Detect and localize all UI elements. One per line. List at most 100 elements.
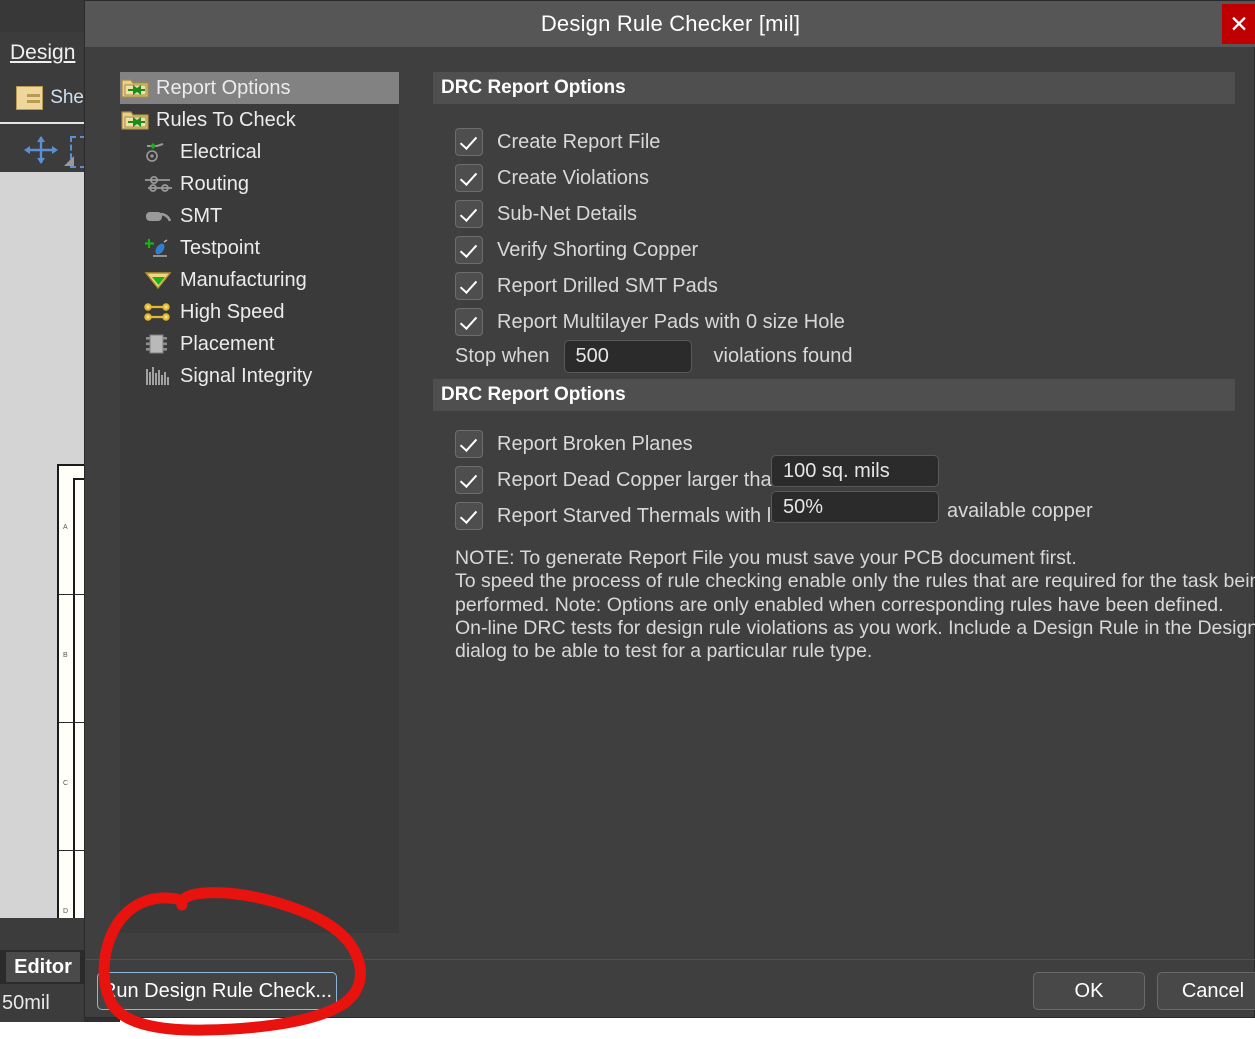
ribbon-sheet-label[interactable]: She xyxy=(50,87,84,109)
section-header-report-options-2: DRC Report Options xyxy=(433,379,1235,411)
tree-item-label: High Speed xyxy=(180,300,285,323)
option-label: Verify Shorting Copper xyxy=(497,238,699,261)
horizontal-scrollbar[interactable] xyxy=(0,918,84,950)
status-grid-value: 50mil xyxy=(2,991,50,1014)
tree-item-testpoint[interactable]: Testpoint xyxy=(120,232,399,264)
folder-arrows-icon xyxy=(120,108,150,132)
tree-item-label: Placement xyxy=(180,332,275,355)
high-speed-icon xyxy=(144,300,174,324)
sheet-zone-label: B xyxy=(63,652,68,659)
tree-item-report-options[interactable]: Report Options xyxy=(120,72,399,104)
option-label: Report Drilled SMT Pads xyxy=(497,274,718,297)
tree-item-label: Testpoint xyxy=(180,236,261,259)
option-label: Create Violations xyxy=(497,166,649,189)
move-icon[interactable] xyxy=(24,136,58,164)
close-icon: ✕ xyxy=(1229,10,1249,37)
checkbox-report-starved-thermals[interactable] xyxy=(455,502,483,530)
option-sub-net-details[interactable]: Sub-Net Details xyxy=(455,196,637,232)
note-line: dialog to be able to test for a particul… xyxy=(455,640,873,663)
navigation-tree[interactable]: Report Options Rules To Check Electrical… xyxy=(120,72,399,933)
starved-thermals-input[interactable]: 50% xyxy=(771,491,939,523)
tree-item-placement[interactable]: Placement xyxy=(120,328,399,360)
design-canvas[interactable]: A B C D xyxy=(0,172,139,986)
tree-item-label: Routing xyxy=(180,172,249,195)
electrical-icon xyxy=(144,140,174,164)
expand-corner-icon[interactable] xyxy=(64,156,74,166)
dialog-titlebar[interactable]: Design Rule Checker [mil] ✕ xyxy=(85,1,1255,47)
tree-item-signal-integrity[interactable]: Signal Integrity xyxy=(120,360,399,392)
background-ribbon: She xyxy=(0,74,84,122)
violations-found-label: violations found xyxy=(713,345,853,367)
checkbox-report-drilled-smt-pads[interactable] xyxy=(455,272,483,300)
checkbox-verify-shorting-copper[interactable] xyxy=(455,236,483,264)
smt-icon xyxy=(144,204,174,228)
run-design-rule-check-button[interactable]: Run Design Rule Check... xyxy=(97,972,337,1010)
option-report-multilayer-pads[interactable]: Report Multilayer Pads with 0 size Hole xyxy=(455,304,845,340)
option-label: Report Broken Planes xyxy=(497,432,693,455)
checkbox-report-multilayer-pads[interactable] xyxy=(455,308,483,336)
background-menu-row: Design xyxy=(0,32,84,74)
button-label: Run Design Rule Check... xyxy=(101,979,333,1002)
tree-item-label: Report Options xyxy=(156,76,291,99)
stop-when-input[interactable]: 500 xyxy=(563,340,692,373)
note-line: On-line DRC tests for design rule violat… xyxy=(455,616,1255,639)
placement-icon xyxy=(144,332,174,356)
footer-separator xyxy=(86,959,1255,960)
sheet-icon xyxy=(16,86,44,110)
section-header-report-options-1: DRC Report Options xyxy=(433,72,1235,104)
tab-editor[interactable]: Editor xyxy=(6,952,80,982)
tree-item-routing[interactable]: Routing xyxy=(120,168,399,200)
option-create-report-file[interactable]: Create Report File xyxy=(455,124,660,160)
option-verify-shorting-copper[interactable]: Verify Shorting Copper xyxy=(455,232,698,268)
note-line: NOTE: To generate Report File you must s… xyxy=(455,547,1077,569)
checkbox-report-broken-planes[interactable] xyxy=(455,430,483,458)
checkbox-report-dead-copper[interactable] xyxy=(455,466,483,494)
tree-item-label: SMT xyxy=(180,204,223,227)
option-label: Create Report File xyxy=(497,130,661,153)
stop-when-label: Stop when xyxy=(455,345,550,367)
option-report-dead-copper[interactable]: Report Dead Copper larger than xyxy=(455,462,783,498)
stop-when-row: Stop when 500 violations found xyxy=(455,340,853,373)
menu-item-design[interactable]: Design xyxy=(0,41,75,65)
option-report-drilled-smt-pads[interactable]: Report Drilled SMT Pads xyxy=(455,268,718,304)
folder-arrows-icon xyxy=(120,76,150,100)
close-button[interactable]: ✕ xyxy=(1222,4,1255,44)
options-panel: DRC Report Options Create Report File Cr… xyxy=(433,72,1255,933)
tree-item-high-speed[interactable]: High Speed xyxy=(120,296,399,328)
option-label: Report Multilayer Pads with 0 size Hole xyxy=(497,310,845,333)
routing-icon xyxy=(144,172,174,196)
testpoint-icon xyxy=(144,236,174,260)
tree-item-label: Electrical xyxy=(180,140,262,163)
option-create-violations[interactable]: Create Violations xyxy=(455,160,649,196)
dialog-title: Design Rule Checker [mil] xyxy=(540,11,801,36)
background-menubar xyxy=(0,0,84,32)
note-line: To speed the process of rule checking en… xyxy=(455,570,1255,593)
checkbox-sub-net-details[interactable] xyxy=(455,200,483,228)
option-report-starved-thermals[interactable]: Report Starved Thermals with less than xyxy=(455,498,799,534)
button-label: OK xyxy=(1074,979,1104,1002)
option-label: Report Starved Thermals with less than xyxy=(497,504,799,527)
option-report-broken-planes[interactable]: Report Broken Planes xyxy=(455,426,693,462)
tree-item-manufacturing[interactable]: Manufacturing xyxy=(120,264,399,296)
tree-item-electrical[interactable]: Electrical xyxy=(120,136,399,168)
dead-copper-input[interactable]: 100 sq. mils xyxy=(771,455,939,487)
note-line: performed. Note: Options are only enable… xyxy=(455,593,1224,616)
button-label: Cancel xyxy=(1181,979,1245,1002)
tree-item-rules-to-check[interactable]: Rules To Check xyxy=(120,104,399,136)
checkbox-create-report-file[interactable] xyxy=(455,128,483,156)
section-title: DRC Report Options xyxy=(441,77,626,98)
tree-item-label: Rules To Check xyxy=(156,108,296,131)
cancel-button[interactable]: Cancel xyxy=(1157,972,1255,1010)
ok-button[interactable]: OK xyxy=(1033,972,1145,1010)
sheet-zone-label: C xyxy=(63,780,69,787)
sheet-zone-label: D xyxy=(63,908,69,915)
tree-item-label: Signal Integrity xyxy=(180,364,313,387)
screen: Design She A B C D Editor 50mil Design R… xyxy=(0,0,1255,1039)
tree-item-smt[interactable]: SMT xyxy=(120,200,399,232)
tree-item-label: Manufacturing xyxy=(180,268,307,291)
manufacturing-icon xyxy=(144,268,174,292)
signal-integrity-icon xyxy=(144,364,174,388)
sheet-zone-label: A xyxy=(63,524,68,531)
checkbox-create-violations[interactable] xyxy=(455,164,483,192)
option-label: Sub-Net Details xyxy=(497,202,638,225)
